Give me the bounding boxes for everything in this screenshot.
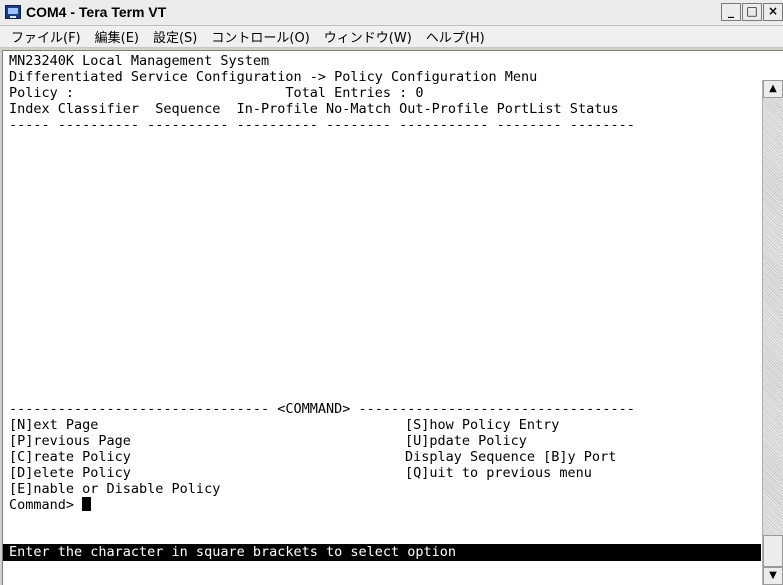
terminal-line-breadcrumb: Differentiated Service Configuration -> … [9,69,538,85]
menu-setup[interactable]: 設定(S) [146,27,204,46]
terminal-table-divider: ----- ---------- ---------- ---------- -… [9,117,635,133]
window-title: COM4 - Tera Term VT [26,4,167,20]
terminal-line-policy-total: Policy : Total Entries : 0 [9,85,424,101]
command-header: -------------------------------- <COMMAN… [9,401,635,417]
status-line-text: Enter the character in square brackets t… [9,544,457,560]
scroll-down-arrow-icon[interactable]: ▼ [763,567,783,585]
command-show-policy-entry: [S]how Policy Entry [405,417,560,433]
tera-term-window: COM4 - Tera Term VT _ □ × ファイル(F) 編集(E) … [0,0,783,585]
command-prompt-line[interactable]: Command> [9,497,92,513]
close-button[interactable]: × [763,3,783,21]
command-update-policy: [U]pdate Policy [405,433,527,449]
tera-term-app-icon[interactable] [5,5,21,19]
menu-file[interactable]: ファイル(F) [4,27,88,46]
command-create-policy: [C]reate Policy [9,449,131,465]
terminal-line-system: MN23240K Local Management System [9,53,270,69]
vertical-scrollbar[interactable]: ▲ ▼ [762,80,783,585]
command-display-sequence-by-port: Display Sequence [B]y Port [405,449,617,465]
terminal-cursor [82,497,92,511]
window-controls: _ □ × [720,3,783,23]
command-previous-page: [P]revious Page [9,433,131,449]
maximize-button[interactable]: □ [742,3,762,21]
title-bar[interactable]: COM4 - Tera Term VT _ □ × [0,0,783,26]
scroll-up-arrow-icon[interactable]: ▲ [763,80,783,98]
scrollbar-thumb[interactable] [763,535,783,567]
command-quit-previous-menu: [Q]uit to previous menu [405,465,592,481]
menu-control[interactable]: コントロール(O) [204,27,316,46]
menu-edit[interactable]: 編集(E) [88,27,146,46]
command-prompt: Command> [9,497,83,513]
terminal-table-header: Index Classifier Sequence In-Profile No-… [9,101,619,117]
terminal-screen[interactable]: MN23240K Local Management System Differe… [3,51,761,585]
command-enable-disable-policy: [E]nable or Disable Policy [9,481,221,497]
menu-window[interactable]: ウィンドウ(W) [317,27,419,46]
minimize-button[interactable]: _ [721,3,741,21]
menu-bar: ファイル(F) 編集(E) 設定(S) コントロール(O) ウィンドウ(W) ヘ… [0,26,783,48]
command-delete-policy: [D]elete Policy [9,465,131,481]
status-line: Enter the character in square brackets t… [3,544,761,561]
command-next-page: [N]ext Page [9,417,99,433]
menu-help[interactable]: ヘルプ(H) [419,27,492,46]
